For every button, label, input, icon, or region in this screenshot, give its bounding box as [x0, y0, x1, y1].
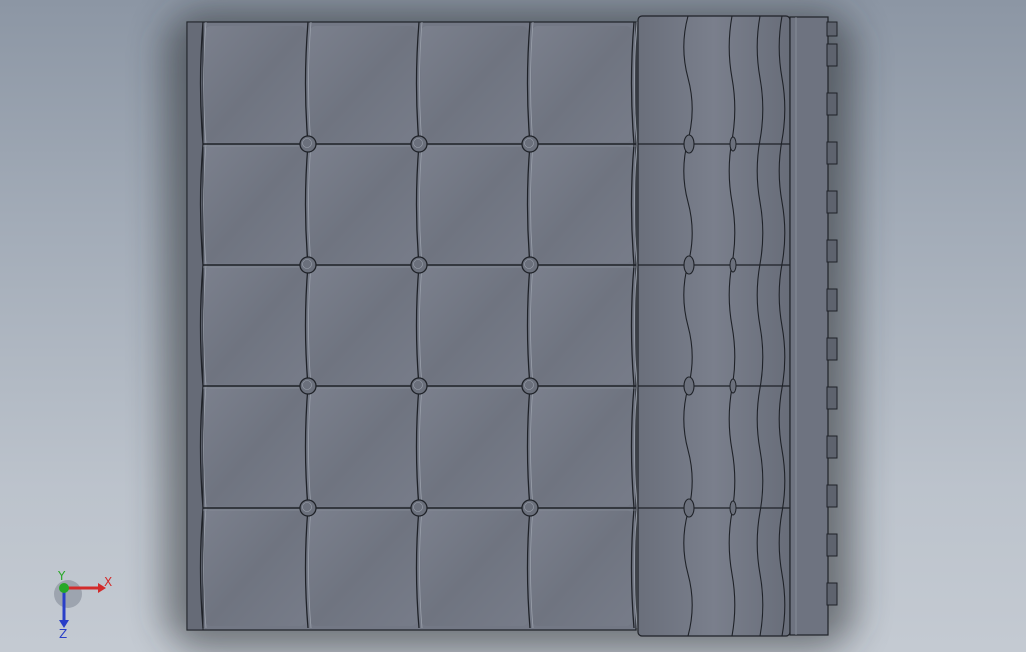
tuft-cell [532, 267, 632, 384]
side-button [683, 498, 695, 518]
edge-tab [826, 21, 838, 37]
edge-tab [826, 435, 838, 459]
tuft-cell [205, 267, 306, 384]
side-button [683, 255, 695, 275]
side-button-small [729, 136, 737, 152]
tuft-cell [421, 267, 528, 384]
tuft-cell [421, 146, 528, 263]
tuft-cell [421, 388, 528, 506]
tuft-cell [421, 26, 528, 142]
y-axis-point [59, 583, 69, 593]
cad-viewport[interactable]: X Y Z [0, 0, 1026, 652]
edge-tab [826, 386, 838, 410]
edge-tab [826, 582, 838, 606]
y-axis-label: Y [57, 570, 66, 583]
tuft-cell [205, 510, 306, 626]
orientation-triad: X Y Z [54, 570, 112, 640]
model-view[interactable] [0, 0, 1026, 652]
cushion-model[interactable] [186, 15, 838, 637]
edge-tab [826, 141, 838, 165]
tuft-cell [532, 510, 632, 626]
side-button [683, 134, 695, 154]
triad-origin-shadow [54, 580, 82, 608]
z-axis-label: Z [59, 627, 67, 640]
side-panel [637, 15, 791, 637]
edge-tab [826, 533, 838, 557]
tuft-cell [532, 146, 632, 263]
side-button-small [729, 257, 737, 273]
x-axis-label: X [104, 575, 112, 589]
tuft-cell [532, 388, 632, 506]
side-button [683, 376, 695, 396]
tuft-cell [310, 146, 417, 263]
side-button-small [729, 378, 737, 394]
tuft-cell [532, 26, 632, 142]
edge-tab [826, 190, 838, 214]
tuft-cell [205, 26, 306, 142]
tuft-cell [205, 146, 306, 263]
edge-tab [826, 92, 838, 116]
tuft-cell [310, 510, 417, 626]
edge-tab [826, 288, 838, 312]
side-button-small [729, 500, 737, 516]
tuft-cell [421, 510, 528, 626]
tuft-cell [310, 267, 417, 384]
tuft-cell [205, 388, 306, 506]
tuft-cell [310, 26, 417, 142]
edge-tab [826, 239, 838, 263]
edge-tab [826, 43, 838, 67]
edge-tab [826, 337, 838, 361]
tuft-cell [310, 388, 417, 506]
edge-tab [826, 484, 838, 508]
